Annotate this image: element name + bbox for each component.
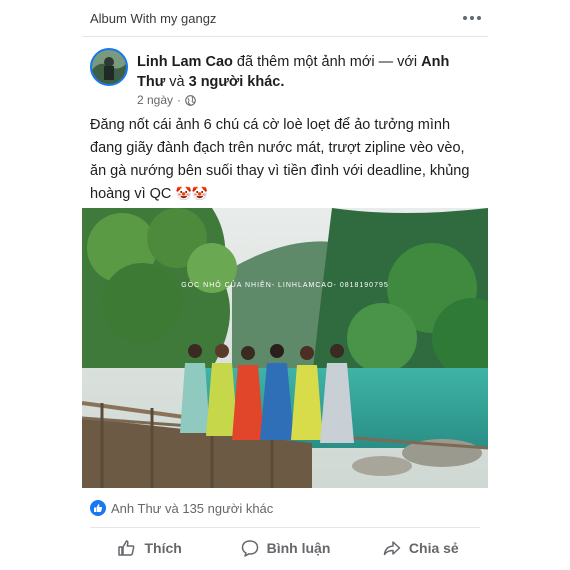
like-label: Thích bbox=[144, 540, 182, 556]
like-reaction-icon bbox=[90, 500, 106, 516]
divider bbox=[90, 527, 480, 528]
author-name[interactable]: Linh Lam Cao bbox=[137, 54, 233, 70]
share-label: Chia sẻ bbox=[408, 540, 459, 556]
post-actions: Thích Bình luận Chia sẻ bbox=[82, 530, 488, 566]
globe-icon bbox=[185, 94, 196, 106]
clown-emoji: 🤡🤡 bbox=[175, 187, 208, 202]
like-button[interactable]: Thích bbox=[82, 530, 217, 566]
album-header: Album With my gangz bbox=[82, 0, 488, 37]
post-card: Album With my gangz Linh Lam Cao đã thêm… bbox=[82, 0, 488, 570]
post-meta: 2 ngày · bbox=[137, 93, 196, 107]
share-icon bbox=[383, 541, 401, 556]
photo-watermark: GÓC NHỎ CỦA NHIÊN- LINHLAMCAO- 081819079… bbox=[181, 280, 389, 289]
post-photo[interactable]: GÓC NHỎ CỦA NHIÊN- LINHLAMCAO- 081819079… bbox=[82, 208, 488, 488]
post-header: Linh Lam Cao đã thêm một ảnh mới — với A… bbox=[137, 54, 450, 90]
post-body: Đăng nốt cái ảnh 6 chú cá cờ loè loẹt để… bbox=[90, 114, 482, 206]
reaction-summary[interactable]: Anh Thư và 135 người khác bbox=[90, 500, 273, 516]
and-text: và bbox=[169, 74, 185, 90]
more-options-icon[interactable] bbox=[460, 8, 484, 28]
comment-icon bbox=[241, 540, 258, 557]
post-time[interactable]: 2 ngày bbox=[137, 93, 173, 107]
album-title: Album With my gangz bbox=[90, 11, 217, 26]
thumbs-up-icon bbox=[118, 540, 135, 556]
tagged-others[interactable]: 3 người khác bbox=[189, 74, 281, 90]
comment-button[interactable]: Bình luận bbox=[217, 530, 352, 566]
comment-label: Bình luận bbox=[266, 540, 331, 556]
avatar[interactable] bbox=[90, 48, 128, 86]
post-action-text: đã thêm một ảnh mới — với bbox=[236, 54, 418, 70]
reaction-count-text: Anh Thư và 135 người khác bbox=[111, 500, 274, 516]
share-button[interactable]: Chia sẻ bbox=[353, 530, 488, 566]
post-message: Đăng nốt cái ảnh 6 chú cá cờ loè loẹt để… bbox=[90, 117, 470, 202]
